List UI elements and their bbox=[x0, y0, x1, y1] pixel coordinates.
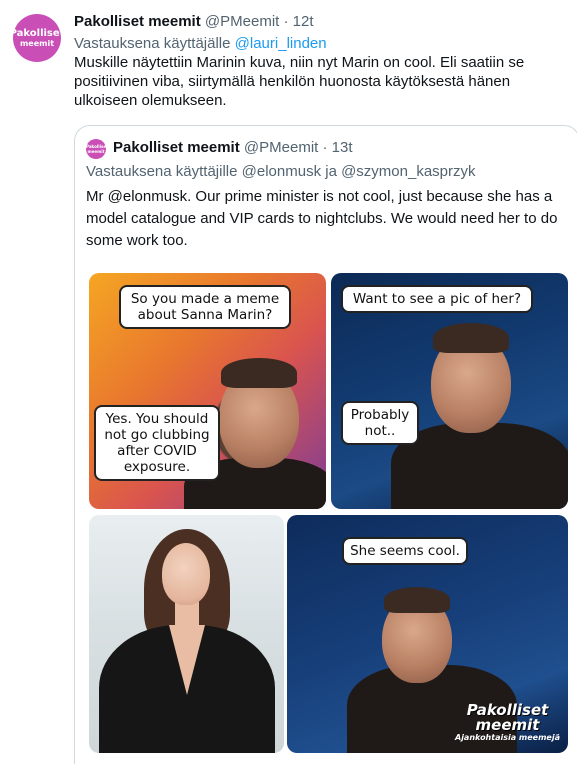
quoted-replying-to: Vastauksena käyttäjille @elonmusk ja @sz… bbox=[86, 163, 476, 180]
display-name[interactable]: Pakolliset meemit bbox=[74, 13, 201, 30]
meme-panel-3 bbox=[89, 515, 284, 753]
speech-bubble: Yes. You should not go clubbing after CO… bbox=[94, 405, 220, 481]
tweet-text: Muskille näytettiin Marinin kuva, niin n… bbox=[74, 54, 525, 109]
logo-tagline: Ajankohtaisia meemejä bbox=[455, 733, 560, 742]
separator: · bbox=[283, 13, 289, 30]
quoted-text: Mr @elonmusk. Our prime minister is not … bbox=[86, 188, 558, 249]
meme-panel-1: So you made a meme about Sanna Marin? Ye… bbox=[89, 273, 326, 509]
speech-bubble: She seems cool. bbox=[342, 537, 468, 565]
quoted-separator: · bbox=[322, 139, 328, 156]
meme-image[interactable]: So you made a meme about Sanna Marin? Ye… bbox=[77, 261, 577, 764]
avatar-subtext: meemit bbox=[19, 38, 55, 48]
tweet-header: Pakolliset meemit @PMeemit · 12t bbox=[74, 12, 314, 32]
speech-bubble: So you made a meme about Sanna Marin? bbox=[119, 285, 291, 329]
quoted-timestamp: 13t bbox=[331, 139, 353, 156]
avatar-text: Pakolliset bbox=[9, 27, 65, 39]
person-hair bbox=[221, 358, 297, 388]
meme-logo: Pakolliset meemit Ajankohtaisia meemejä bbox=[455, 703, 560, 743]
replying-to: Vastauksena käyttäjälle @lauri_linden bbox=[74, 34, 327, 54]
replying-user-link[interactable]: @lauri_linden bbox=[235, 35, 327, 52]
handle[interactable]: @PMeemit bbox=[205, 13, 279, 30]
timestamp[interactable]: 12t bbox=[293, 13, 314, 30]
meme-panel-2: Want to see a pic of her? Probably not.. bbox=[331, 273, 568, 509]
quoted-avatar: Pakolliset meemit bbox=[86, 139, 108, 159]
person-hair bbox=[433, 323, 509, 353]
speech-bubble: Probably not.. bbox=[341, 401, 419, 445]
replying-prefix: Vastauksena käyttäjälle bbox=[74, 35, 231, 52]
tweet[interactable]: Pakolliset meemit Pakolliset meemit @PMe… bbox=[0, 0, 577, 764]
logo-line-2: meemit bbox=[475, 716, 540, 734]
speech-bubble: Want to see a pic of her? bbox=[341, 285, 533, 313]
quoted-handle: @PMeemit bbox=[243, 139, 319, 156]
quoted-display-name: Pakolliset meemit bbox=[113, 139, 240, 156]
meme-panel-4: She seems cool. Pakolliset meemit Ajanko… bbox=[287, 515, 568, 753]
woman-face bbox=[162, 543, 210, 605]
quoted-header: Pakolliset meemit @PMeemit · 13t bbox=[113, 138, 353, 158]
woman-neck bbox=[175, 601, 199, 641]
avatar[interactable]: Pakolliset meemit bbox=[10, 14, 64, 62]
quoted-tweet[interactable]: Pakolliset meemit Pakolliset meemit @PMe… bbox=[74, 125, 577, 764]
person-hair bbox=[384, 587, 450, 613]
